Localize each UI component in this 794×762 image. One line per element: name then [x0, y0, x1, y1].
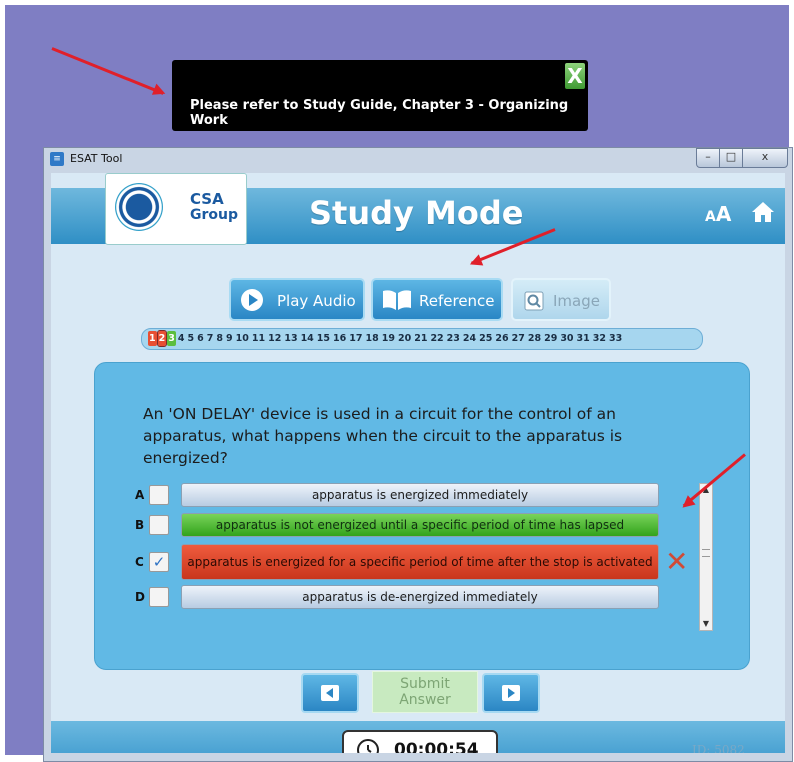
reference-button[interactable]: Reference: [371, 278, 503, 321]
close-window-button[interactable]: x: [742, 148, 788, 168]
question-navigator: 1 2 3 4 5 6 7 8 9 10 11 12 13 14 15 16 17 18 19 20 21 22 23 24 2…: [141, 328, 703, 350]
magnifier-icon: [524, 291, 544, 311]
question-number-29[interactable]: 29: [543, 331, 558, 346]
image-button[interactable]: Image: [511, 278, 611, 321]
question-number-23[interactable]: 23: [446, 331, 461, 346]
answer-letter: B: [135, 518, 145, 532]
question-text: An 'ON DELAY' device is used in a circui…: [143, 405, 623, 467]
question-number-22[interactable]: 22: [429, 331, 444, 346]
previous-question-button[interactable]: [301, 673, 359, 713]
question-number-2[interactable]: 2: [156, 330, 168, 347]
answer-text[interactable]: apparatus is energized for a specific pe…: [181, 544, 659, 580]
question-number-27[interactable]: 27: [511, 331, 526, 346]
clock-icon: [357, 739, 379, 753]
home-icon[interactable]: [751, 200, 775, 224]
next-question-button[interactable]: [482, 673, 540, 713]
timer-value: 00:00:54: [394, 740, 479, 753]
question-id: ID: 5082: [692, 743, 745, 753]
question-number-6[interactable]: 6: [196, 331, 205, 346]
play-icon: [241, 289, 263, 311]
question-number-24[interactable]: 24: [462, 331, 477, 346]
question-number-1[interactable]: 1: [148, 331, 157, 346]
answer-checkbox[interactable]: [149, 515, 169, 535]
csa-logo-icon: [115, 183, 163, 231]
tooltip-close-button[interactable]: X: [565, 63, 585, 89]
answer-text[interactable]: apparatus is energized immediately: [181, 483, 659, 507]
app-window: ≡ ESAT Tool – □ x Study Mode AA CSA Grou…: [43, 147, 793, 762]
question-number-25[interactable]: 25: [478, 331, 493, 346]
submit-label-line2: Answer: [399, 692, 451, 708]
answer-text[interactable]: apparatus is de-energized immediately: [181, 585, 659, 609]
wrong-answer-icon: ✕: [665, 545, 689, 578]
question-number-20[interactable]: 20: [397, 331, 412, 346]
question-number-16[interactable]: 16: [332, 331, 347, 346]
submit-answer-button[interactable]: Submit Answer: [372, 671, 478, 713]
question-number-12[interactable]: 12: [267, 331, 282, 346]
question-number-14[interactable]: 14: [300, 331, 315, 346]
question-number-10[interactable]: 10: [235, 331, 250, 346]
app-icon: ≡: [50, 152, 64, 166]
right-arrow-icon: [502, 685, 520, 701]
maximize-button[interactable]: □: [719, 148, 743, 168]
question-number-3[interactable]: 3: [167, 331, 176, 346]
question-number-5[interactable]: 5: [187, 331, 196, 346]
answer-checkbox[interactable]: [149, 485, 169, 505]
answer-letter: A: [135, 488, 145, 502]
question-number-31[interactable]: 31: [576, 331, 591, 346]
logo-text-csa: CSA: [190, 190, 224, 208]
reference-tooltip: Please refer to Study Guide, Chapter 3 -…: [172, 60, 588, 131]
question-number-15[interactable]: 15: [316, 331, 331, 346]
window-title: ESAT Tool: [70, 152, 123, 165]
left-arrow-icon: [321, 685, 339, 701]
answer-scrollbar[interactable]: ▲ ▼: [699, 483, 713, 631]
answer-text[interactable]: apparatus is not energized until a speci…: [181, 513, 659, 537]
play-audio-button[interactable]: Play Audio: [229, 278, 365, 321]
book-icon: [383, 290, 411, 310]
question-number-33[interactable]: 33: [608, 331, 623, 346]
question-number-30[interactable]: 30: [559, 331, 574, 346]
question-number-26[interactable]: 26: [494, 331, 509, 346]
logo-text-group: Group: [190, 207, 239, 223]
question-number-32[interactable]: 32: [592, 331, 607, 346]
play-audio-label: Play Audio: [277, 292, 356, 310]
question-number-4[interactable]: 4: [177, 331, 186, 346]
page-title: Study Mode: [309, 194, 524, 232]
question-number-11[interactable]: 11: [251, 331, 266, 346]
scroll-down-icon[interactable]: ▼: [700, 618, 712, 630]
reference-label: Reference: [419, 292, 495, 310]
question-number-8[interactable]: 8: [215, 331, 224, 346]
question-number-17[interactable]: 17: [348, 331, 363, 346]
answer-letter: C: [135, 555, 144, 569]
question-number-21[interactable]: 21: [413, 331, 428, 346]
question-number-13[interactable]: 13: [283, 331, 298, 346]
app-content: Study Mode AA CSA Group Play Audio Refer…: [51, 173, 785, 753]
question-number-9[interactable]: 9: [225, 331, 234, 346]
question-panel: An 'ON DELAY' device is used in a circui…: [94, 362, 750, 670]
question-number-18[interactable]: 18: [365, 331, 380, 346]
question-number-list: 1 2 3 4 5 6 7 8 9 10 11 12 13 14 15 16 17 18 19 20 21 22 23 24 2…: [148, 330, 624, 349]
window-titlebar: ≡ ESAT Tool – □ x: [44, 148, 792, 172]
question-number-19[interactable]: 19: [381, 331, 396, 346]
minimize-button[interactable]: –: [696, 148, 720, 168]
question-number-28[interactable]: 28: [527, 331, 542, 346]
tooltip-text: Please refer to Study Guide, Chapter 3 -…: [190, 98, 569, 128]
submit-label-line1: Submit: [400, 676, 450, 692]
image-label: Image: [553, 292, 600, 310]
answer-checkbox[interactable]: [149, 587, 169, 607]
answer-letter: D: [135, 590, 145, 604]
footer-band: 00:00:54 ID: 5082: [51, 721, 785, 753]
answer-checkbox[interactable]: ✓: [149, 552, 169, 572]
csa-group-logo: CSA Group: [105, 173, 247, 245]
font-size-button[interactable]: AA: [705, 202, 731, 226]
question-number-7[interactable]: 7: [206, 331, 215, 346]
timer-display: 00:00:54: [342, 730, 498, 753]
scroll-thumb[interactable]: [702, 549, 710, 557]
